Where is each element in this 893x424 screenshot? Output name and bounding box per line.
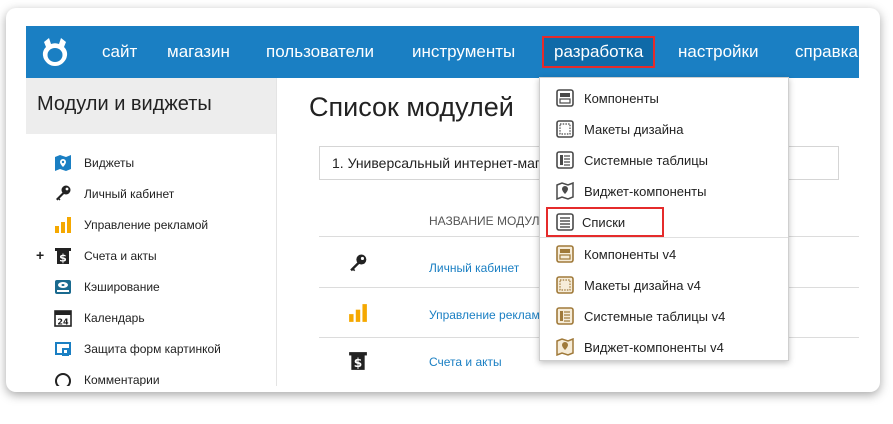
svg-text:24: 24 [57, 318, 69, 327]
dollar-receipt-icon: $ [349, 352, 367, 370]
nav-site[interactable]: сайт [102, 26, 137, 78]
svg-text:$: $ [59, 252, 67, 265]
sidebar-item-label: Счета и акты [84, 249, 157, 263]
menu-item-layouts[interactable]: Макеты дизайна [544, 114, 784, 144]
module-link-account[interactable]: Личный кабинет [429, 261, 519, 275]
bar-chart-icon [55, 217, 71, 233]
logo-icon[interactable] [38, 35, 72, 69]
sidebar-item-label: Кэширование [84, 280, 160, 294]
menu-item-components-v4[interactable]: Компоненты v4 [544, 239, 784, 269]
sidebar-item-label: Виджеты [84, 156, 135, 170]
layout-icon [556, 120, 574, 138]
page-title: Список модулей [309, 92, 514, 122]
widget-map-icon [55, 155, 71, 171]
dollar-receipt-icon: $ [55, 248, 71, 265]
layout-v4-icon [556, 276, 574, 294]
menu-item-label: Компоненты v4 [584, 247, 677, 262]
menu-item-components[interactable]: Компоненты [544, 83, 784, 113]
table-icon [556, 151, 574, 169]
screenshot-frame: сайт магазин пользователи инструменты ра… [6, 8, 880, 392]
component-v4-icon [556, 245, 574, 263]
nav-help[interactable]: справка [795, 26, 858, 78]
nav-shop[interactable]: магазин [167, 26, 230, 78]
sidebar-item-label: Управление рекламой [84, 218, 209, 232]
menu-item-label: Системные таблицы [584, 153, 709, 168]
sidebar-item-widgets[interactable]: Виджеты [26, 152, 276, 176]
widget-component-icon [556, 182, 574, 200]
expand-icon[interactable]: + [36, 247, 44, 263]
menu-divider [540, 237, 788, 238]
sidebar-item-label: Календарь [84, 311, 145, 325]
component-icon [556, 89, 574, 107]
menu-item-label: Макеты дизайна [584, 122, 684, 137]
menu-item-system-tables-v4[interactable]: Системные таблицы v4 [544, 301, 784, 331]
sidebar-title: Модули и виджеты [26, 78, 276, 134]
nav-users[interactable]: пользователи [266, 26, 374, 78]
sidebar-item-calendar[interactable]: 24 Календарь [26, 307, 276, 331]
sidebar-item-account[interactable]: Личный кабинет [26, 183, 276, 207]
menu-item-label: Компоненты [584, 91, 659, 106]
sidebar-item-label: Защита форм картинкой [84, 342, 221, 356]
menu-item-lists[interactable]: Списки [546, 207, 664, 237]
development-dropdown-menu: Компоненты Макеты дизайна Системные табл… [539, 77, 789, 361]
nav-development[interactable]: разработка [542, 26, 656, 78]
menu-item-system-tables[interactable]: Системные таблицы [544, 145, 784, 175]
key-icon [56, 185, 71, 201]
svg-text:$: $ [354, 356, 363, 370]
comment-icon [55, 373, 71, 386]
module-link-ads[interactable]: Управление рекламой [429, 308, 553, 322]
menu-item-widget-components-v4[interactable]: Виджет-компоненты v4 [544, 332, 784, 362]
menu-item-label: Списки [582, 215, 626, 230]
menu-item-label: Системные таблицы v4 [584, 309, 726, 324]
menu-item-label: Макеты дизайна v4 [584, 278, 701, 293]
sidebar-item-invoices[interactable]: + $ Счета и акты [26, 245, 276, 269]
nav-tools[interactable]: инструменты [412, 26, 515, 78]
sidebar-item-label: Комментарии [84, 373, 160, 386]
bar-chart-icon [349, 304, 367, 322]
top-nav: сайт магазин пользователи инструменты ра… [26, 26, 859, 78]
list-icon [556, 213, 574, 231]
sidebar-item-label: Личный кабинет [84, 187, 175, 201]
key-icon [350, 254, 367, 272]
menu-item-label: Виджет-компоненты [584, 184, 707, 199]
menu-item-label: Виджет-компоненты v4 [584, 340, 724, 355]
sidebar-item-captcha[interactable]: Защита форм картинкой [26, 338, 276, 362]
sidebar-item-ads[interactable]: Управление рекламой [26, 214, 276, 238]
disk-icon [55, 280, 71, 294]
sidebar-item-comments[interactable]: Комментарии [26, 369, 276, 386]
menu-item-widget-components[interactable]: Виджет-компоненты [544, 176, 784, 206]
widget-component-v4-icon [556, 338, 574, 356]
captcha-icon [55, 342, 71, 356]
calendar-icon: 24 [54, 310, 72, 327]
nav-settings[interactable]: настройки [678, 26, 758, 78]
sidebar: Модули и виджеты Виджеты Личный кабинет [26, 78, 277, 386]
module-link-invoices[interactable]: Счета и акты [429, 355, 502, 369]
table-v4-icon [556, 307, 574, 325]
menu-item-layouts-v4[interactable]: Макеты дизайна v4 [544, 270, 784, 300]
sidebar-item-caching[interactable]: Кэширование [26, 276, 276, 300]
column-header-name[interactable]: НАЗВАНИЕ МОДУЛЯ [429, 214, 548, 228]
app: сайт магазин пользователи инструменты ра… [26, 26, 859, 386]
